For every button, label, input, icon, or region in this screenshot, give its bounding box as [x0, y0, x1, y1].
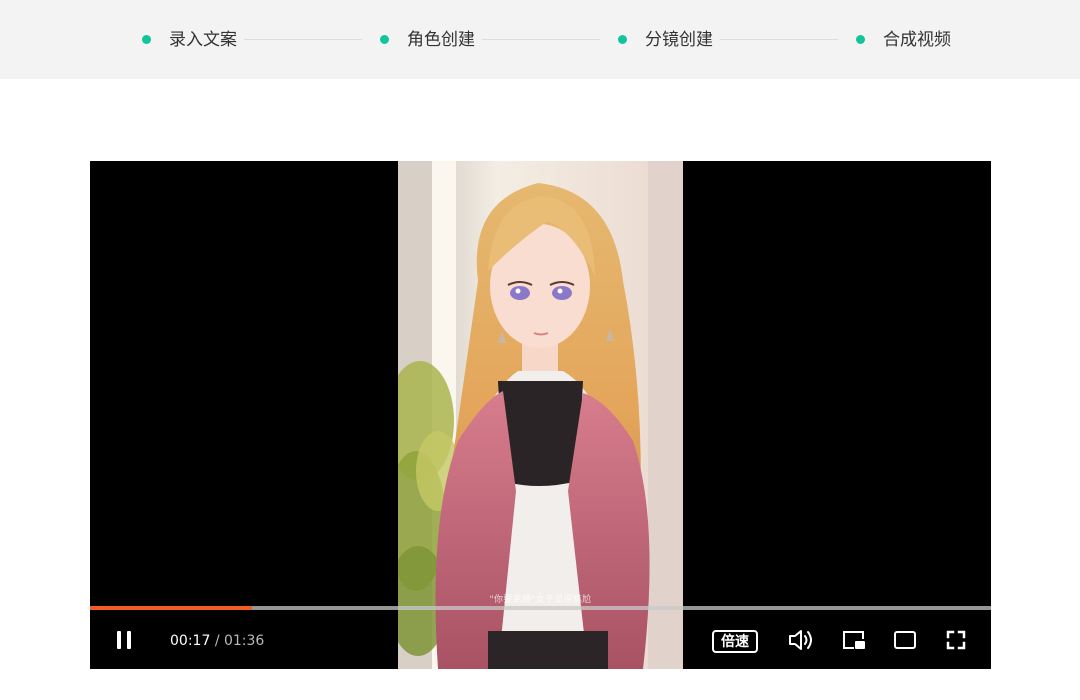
- volume-icon: [789, 630, 812, 650]
- fullscreen-icon: [946, 630, 966, 650]
- fullscreen-button[interactable]: [944, 628, 968, 652]
- widescreen-icon: [894, 631, 916, 649]
- video-frame: "你要离婚"女子显得尴尬: [398, 161, 683, 669]
- pause-icon: [117, 631, 131, 649]
- speed-button[interactable]: 倍速: [712, 630, 758, 653]
- duration: 01:36: [223, 633, 265, 649]
- pause-button[interactable]: [112, 628, 136, 652]
- current-time: 00:17: [170, 633, 211, 649]
- picture-in-picture-icon: [843, 631, 865, 649]
- step-connector: [482, 39, 600, 40]
- video-subtitle: "你要离婚"女子显得尴尬: [489, 595, 592, 605]
- volume-button[interactable]: [787, 627, 815, 653]
- player-controls: 00:17 / 01:36 倍速: [90, 610, 991, 669]
- time-separator: /: [214, 633, 220, 649]
- step-label: 合成视频: [883, 30, 951, 50]
- step-dot: [380, 35, 389, 44]
- time-display: 00:17 / 01:36: [170, 632, 264, 650]
- video-player[interactable]: "你要离婚"女子显得尴尬 00:17 / 01:36 倍速: [90, 161, 991, 669]
- steps-bar: 录入文案 角色创建 分镜创建 合成视频: [0, 0, 1080, 79]
- step-label: 录入文案: [169, 30, 237, 50]
- step-label: 分镜创建: [645, 30, 713, 50]
- step-dot: [618, 35, 627, 44]
- picture-in-picture-button[interactable]: [841, 628, 867, 652]
- step-connector: [720, 39, 838, 40]
- step-connector: [244, 39, 362, 40]
- step-dot: [856, 35, 865, 44]
- step-label: 角色创建: [407, 30, 475, 50]
- step-dot: [142, 35, 151, 44]
- widescreen-button[interactable]: [892, 628, 918, 652]
